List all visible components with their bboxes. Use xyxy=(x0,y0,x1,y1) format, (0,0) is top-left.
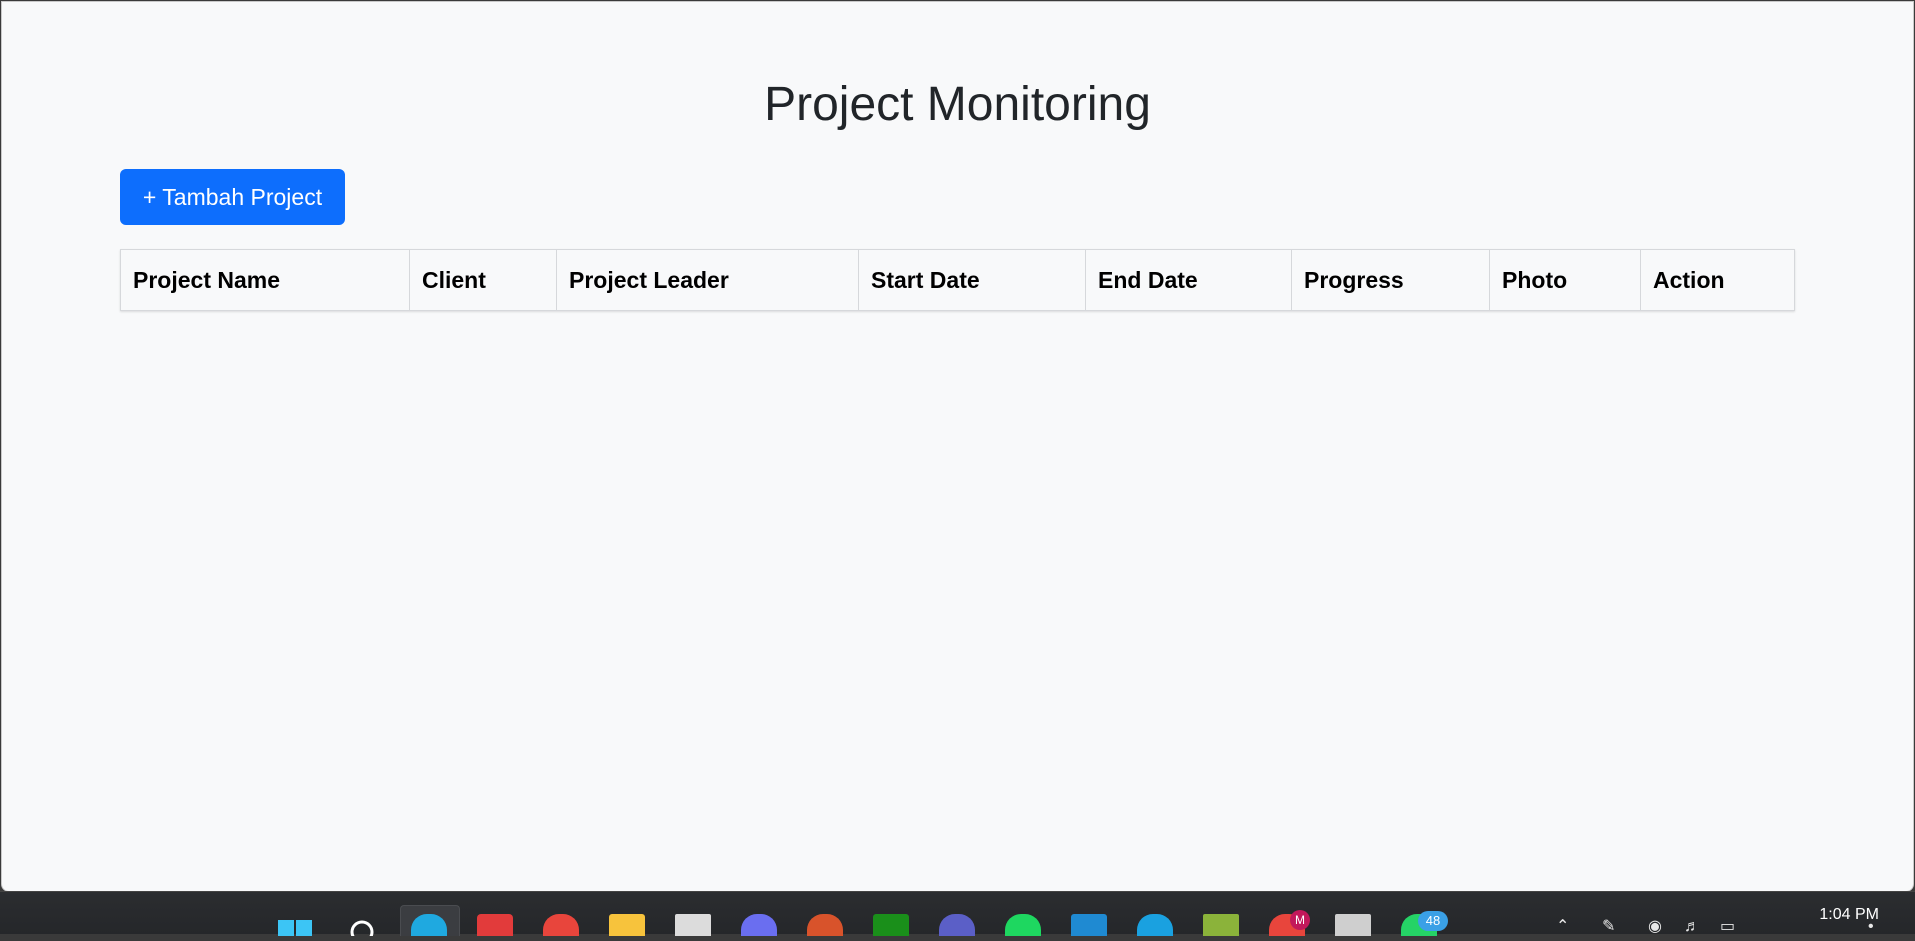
add-project-button[interactable]: + Tambah Project xyxy=(120,169,345,225)
taskbar: M 48 ⌃ ✎ ◉ ♬ ▭ 1:04 PM • xyxy=(0,891,1915,941)
column-header-client[interactable]: Client xyxy=(409,249,557,311)
column-header-end-date[interactable]: End Date xyxy=(1085,249,1292,311)
notification-badge: 48 xyxy=(1418,911,1448,931)
column-header-action[interactable]: Action xyxy=(1640,249,1795,311)
column-header-project-leader[interactable]: Project Leader xyxy=(556,249,859,311)
column-header-start-date[interactable]: Start Date xyxy=(858,249,1086,311)
browser-window: Project Monitoring + Tambah Project Proj… xyxy=(1,1,1914,892)
column-header-photo[interactable]: Photo xyxy=(1489,249,1641,311)
page-title: Project Monitoring xyxy=(764,78,1151,131)
column-header-project-name[interactable]: Project Name xyxy=(120,249,410,311)
projects-table: Project Name Client Project Leader Start… xyxy=(120,249,1795,311)
table-header-row: Project Name Client Project Leader Start… xyxy=(120,249,1795,311)
column-header-progress[interactable]: Progress xyxy=(1291,249,1490,311)
profile-badge: M xyxy=(1290,910,1310,930)
